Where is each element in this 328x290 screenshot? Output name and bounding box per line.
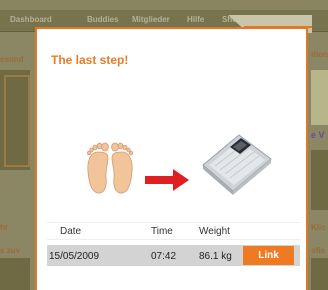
modal-tab-line (244, 26, 312, 28)
bg-image-right-2 (311, 150, 328, 210)
bg-frame-left (4, 75, 30, 167)
row-time: 07:42 (151, 251, 177, 262)
bg-text-left-2: hr (0, 223, 8, 232)
bg-text-left-3: s zuv (0, 246, 21, 255)
bg-image-right (311, 70, 328, 125)
feet-icon (87, 142, 133, 194)
arrow-right-icon (145, 169, 189, 191)
scale-icon (202, 134, 272, 195)
nav-item-mitglieder: Mitglieder (132, 15, 170, 24)
bg-text-right-3: Klic (311, 223, 326, 232)
column-header-weight: Weight (199, 226, 230, 237)
bg-image-right-bottom (311, 258, 328, 290)
table-row: 15/05/2009 07:42 86.1 kg Link (47, 245, 300, 266)
bg-text-left-1: esund (0, 55, 24, 64)
modal-title: The last step! (51, 53, 129, 67)
table-header: Date Time Weight (47, 222, 300, 240)
modal-dialog: The last step! Date Time Weight 15/05/20… (35, 27, 308, 290)
nav-item-hilfe: Hilfe (187, 15, 205, 24)
column-header-time: Time (151, 226, 173, 237)
column-header-date: Date (60, 226, 82, 237)
nav-item-dashboard: Dashboard (10, 15, 52, 24)
nav-item-buddies: Buddies (87, 15, 119, 24)
bg-text-right-1: ition (311, 50, 328, 59)
row-date: 15/05/2009 (49, 251, 100, 262)
row-weight: 86.1 kg (199, 251, 232, 262)
bg-text-right-2: e V (311, 130, 325, 140)
link-button[interactable]: Link (243, 246, 294, 265)
bg-image-left-bottom (0, 258, 30, 290)
bg-text-right-4: ofis (311, 246, 326, 255)
